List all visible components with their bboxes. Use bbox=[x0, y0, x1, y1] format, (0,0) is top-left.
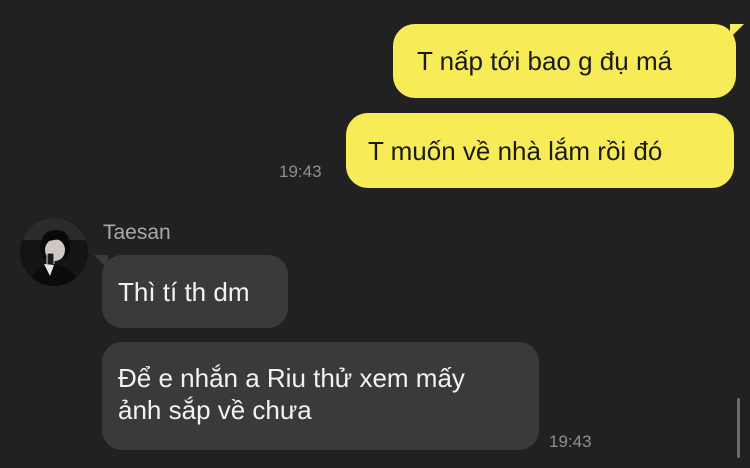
avatar-photo-icon bbox=[20, 218, 88, 286]
outgoing-message-2[interactable]: T muốn về nhà lắm rồi đó bbox=[346, 113, 734, 188]
message-text: Thì tí th dm bbox=[118, 277, 250, 307]
incoming-message-2[interactable]: Để e nhắn a Riu thử xem mấy ảnh sắp về c… bbox=[102, 342, 539, 450]
message-timestamp: 19:43 bbox=[279, 162, 322, 181]
scrollbar[interactable] bbox=[737, 398, 740, 458]
message-text: T nấp tới bao g đụ má bbox=[417, 46, 673, 76]
message-timestamp: 19:43 bbox=[549, 432, 592, 451]
message-text-line-2: ảnh sắp về chưa bbox=[118, 395, 312, 425]
outgoing-message-1[interactable]: T nấp tới bao g đụ má bbox=[393, 24, 744, 98]
message-text: T muốn về nhà lắm rồi đó bbox=[368, 136, 663, 166]
message-text-line-1: Để e nhắn a Riu thử xem mấy bbox=[118, 363, 465, 393]
user-avatar[interactable] bbox=[20, 218, 88, 286]
sender-name: Taesan bbox=[103, 221, 171, 244]
bubble-tail bbox=[94, 255, 108, 269]
bubble-tail bbox=[730, 24, 744, 38]
incoming-message-1[interactable]: Thì tí th dm bbox=[94, 255, 288, 328]
